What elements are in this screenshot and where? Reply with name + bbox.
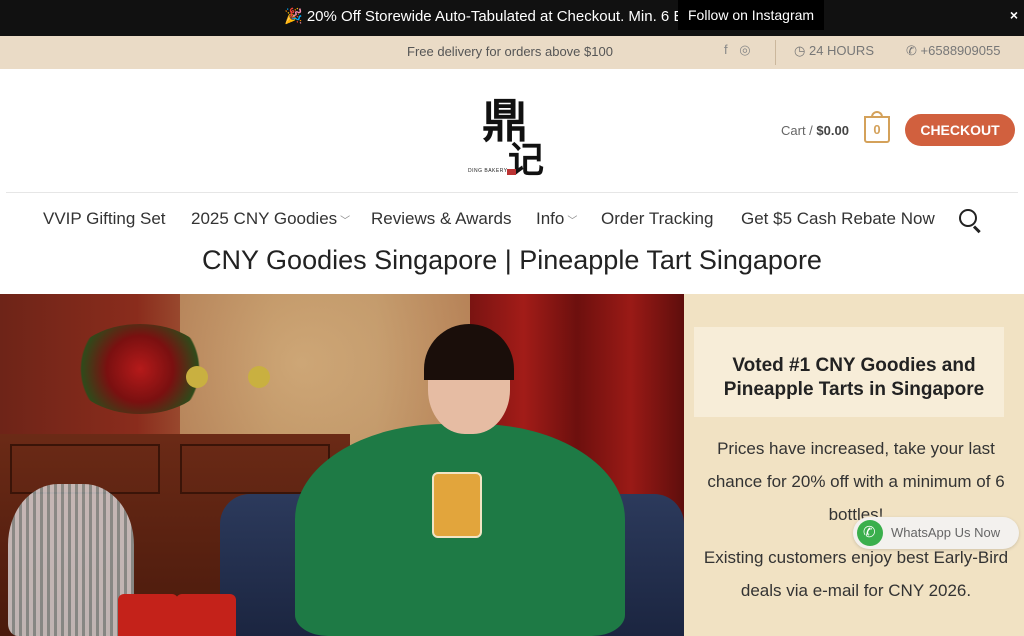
hours-text: 24 HOURS — [808, 43, 874, 58]
hero-pineapple-tart-jar — [432, 472, 482, 538]
opening-hours: ◷ 24 HOURS — [794, 43, 874, 59]
phone-number: +6588909055 — [920, 43, 1001, 58]
nav-item-order-tracking[interactable]: Order Tracking — [601, 209, 713, 229]
cart-link[interactable]: Cart / $0.00 — [781, 123, 849, 138]
nav-label: Get $5 Cash Rebate Now — [741, 209, 935, 228]
hero-fruit — [186, 366, 208, 388]
hero-fruit — [248, 366, 270, 388]
promo-text[interactable]: 🎉 20% Off Storewide Auto-Tabulated at Ch… — [284, 7, 683, 25]
nav-label: 2025 CNY Goodies — [191, 209, 338, 228]
hero-chandelier — [8, 484, 134, 636]
nav-label: Reviews & Awards — [371, 209, 512, 228]
promo-bar: 🎉 20% Off Storewide Auto-Tabulated at Ch… — [0, 0, 1024, 36]
promo-side-panel: Voted #1 CNY Goodies and Pineapple Tarts… — [684, 294, 1024, 636]
whatsapp-label: WhatsApp Us Now — [891, 525, 1001, 540]
voted-line-2: Pineapple Tarts in Singapore — [723, 379, 985, 400]
logo-stamp — [507, 169, 516, 175]
main-nav: VVIP Gifting Set 2025 CNY Goodies ﹀ Revie… — [0, 203, 1024, 237]
social-links: f ◎ — [724, 42, 759, 58]
nav-item-vvip-gifting-set[interactable]: VVIP Gifting Set — [43, 209, 166, 229]
voted-line-1: Voted #1 CNY Goodies and — [732, 355, 976, 376]
free-delivery-text: Free delivery for orders above $100 — [407, 44, 613, 59]
site-logo[interactable]: 鼎 记 DING BAKERY — [466, 85, 558, 181]
nav-item-cash-rebate[interactable]: Get $5 Cash Rebate Now — [741, 209, 935, 229]
hero-image — [0, 294, 684, 636]
chevron-down-icon: ﹀ — [340, 216, 351, 227]
hero-red-jar — [118, 594, 178, 636]
cart-label: Cart / — [781, 123, 817, 138]
nav-label: Info — [536, 209, 565, 228]
close-icon[interactable]: × — [1010, 7, 1018, 23]
nav-label: Order Tracking — [601, 209, 714, 228]
nav-item-reviews-awards[interactable]: Reviews & Awards — [371, 209, 511, 229]
nav-item-info[interactable]: Info ﹀ — [536, 209, 577, 229]
whatsapp-icon — [857, 520, 883, 546]
clock-icon: ◷ — [794, 43, 806, 58]
search-icon[interactable] — [959, 209, 977, 227]
facebook-icon[interactable]: f — [724, 42, 728, 57]
instagram-icon[interactable]: ◎ — [739, 42, 750, 57]
nav-label: VVIP Gifting Set — [43, 209, 166, 228]
nav-item-cny-goodies[interactable]: 2025 CNY Goodies ﹀ — [191, 209, 350, 229]
checkout-button[interactable]: CHECKOUT — [905, 114, 1015, 146]
existing-customers-text: Existing customers enjoy best Early-Bird… — [703, 548, 1009, 600]
logo-char-ji: 记 — [508, 139, 545, 181]
cart-total: $0.00 — [816, 123, 849, 138]
logo-brand-text: DING BAKERY — [468, 168, 508, 174]
hero-red-jar — [176, 594, 236, 636]
page-title: CNY Goodies Singapore | Pineapple Tart S… — [202, 245, 822, 275]
voted-heading: Voted #1 CNY Goodies and Pineapple Tarts… — [684, 354, 1024, 402]
whatsapp-button[interactable]: WhatsApp Us Now — [853, 517, 1019, 549]
topbar-divider — [775, 40, 776, 65]
cart-bag-icon[interactable]: 0 — [864, 111, 890, 143]
instagram-tooltip: Follow on Instagram — [678, 0, 825, 30]
header-divider — [6, 192, 1018, 193]
phone-link[interactable]: ✆ +6588909055 — [906, 43, 1000, 59]
top-bar: Free delivery for orders above $100 f ◎ … — [0, 36, 1024, 69]
phone-icon: ✆ — [906, 43, 917, 58]
site-header: 鼎 记 DING BAKERY Cart / $0.00 0 CHECKOUT — [0, 69, 1024, 193]
chevron-down-icon: ﹀ — [567, 216, 578, 227]
